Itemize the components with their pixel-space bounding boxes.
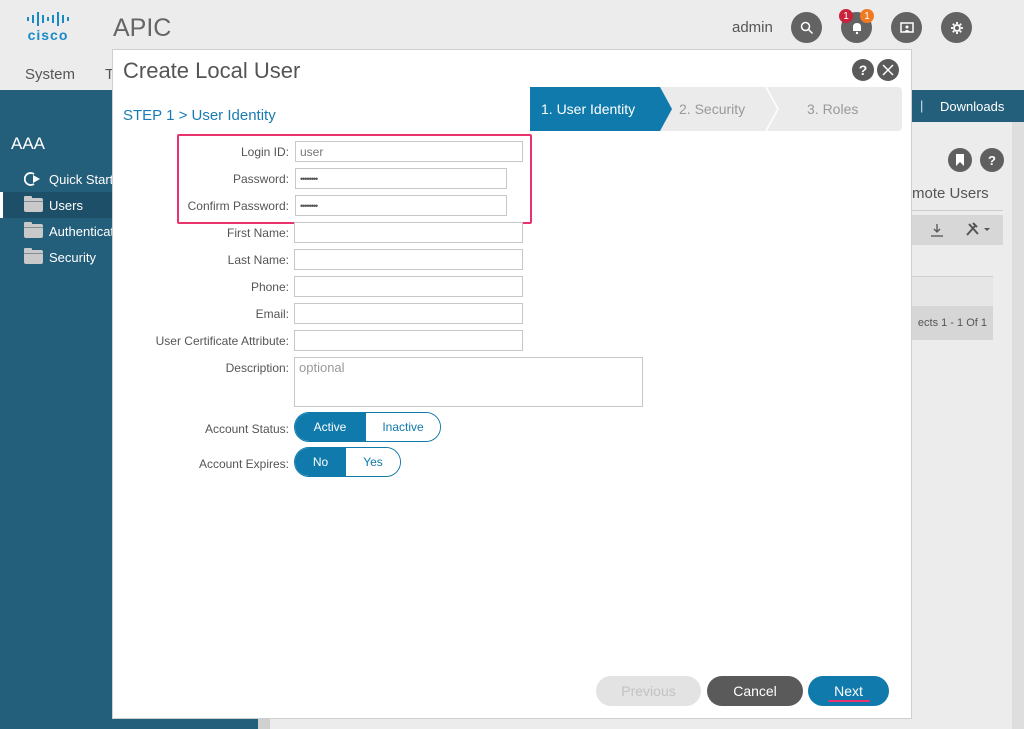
critical-badge: 1: [839, 9, 853, 23]
wizard-steps: 1. User Identity 2. Security 3. Roles: [530, 87, 902, 131]
sidebar-item-label: Users: [49, 197, 83, 213]
main-nav: System T: [25, 66, 114, 83]
first-name-field[interactable]: [294, 222, 523, 243]
downloads-link[interactable]: Downloads: [940, 99, 1004, 114]
wizard-step-roles[interactable]: 3. Roles: [807, 87, 858, 131]
dialog-title: Create Local User: [123, 58, 301, 83]
monitor-user-icon: [899, 21, 914, 33]
help-button[interactable]: ?: [980, 148, 1004, 172]
table-toolbar: [910, 215, 1003, 245]
divider-handle: [258, 718, 270, 729]
display-button[interactable]: [891, 12, 922, 43]
wizard-step-label: 1. User Identity: [541, 101, 636, 117]
wizard-step-user-identity[interactable]: 1. User Identity: [530, 87, 672, 131]
nav-tab-system[interactable]: System: [25, 66, 75, 83]
email-field[interactable]: [294, 303, 523, 324]
password-label: Password:: [232, 172, 289, 186]
pagination-info: ects 1 - 1 Of 1: [910, 306, 993, 340]
wizard-step-security[interactable]: 2. Security: [679, 87, 745, 131]
account-expires-toggle: No Yes: [294, 447, 401, 477]
account-expires-no[interactable]: No: [295, 448, 346, 476]
first-name-label: First Name:: [226, 226, 289, 240]
table-header: [910, 276, 993, 306]
account-expires-yes[interactable]: Yes: [346, 448, 400, 476]
notifications-button[interactable]: 1 1: [839, 9, 874, 43]
step-label: STEP 1 > User Identity: [123, 107, 276, 124]
wizard-step-label: 2. Security: [679, 101, 746, 117]
cancel-button[interactable]: Cancel: [707, 676, 803, 706]
tools-icon[interactable]: [965, 221, 991, 237]
cert-attribute-field[interactable]: [294, 330, 523, 351]
dialog-close-button[interactable]: [877, 59, 899, 81]
login-id-label: Login ID:: [240, 145, 289, 159]
account-expires-label: Account Expires:: [198, 457, 289, 471]
tab-divider: [910, 210, 1003, 211]
last-name-field[interactable]: [294, 249, 523, 270]
page-scrollbar[interactable]: [1012, 122, 1024, 729]
settings-button[interactable]: [941, 12, 972, 43]
confirm-password-label: Confirm Password:: [187, 199, 289, 213]
description-field[interactable]: optional: [294, 357, 643, 407]
search-icon: [800, 21, 813, 34]
nav-separator: |: [920, 98, 924, 113]
download-icon[interactable]: [930, 222, 944, 238]
cisco-logo: cisco: [20, 12, 76, 44]
confirm-password-field[interactable]: ••••••••: [295, 195, 507, 216]
next-button-highlight: [828, 700, 870, 702]
sidebar-title: AAA: [11, 134, 46, 153]
search-button[interactable]: [791, 12, 822, 43]
dialog-help-button[interactable]: ?: [852, 59, 874, 81]
create-local-user-dialog: Create Local User ? STEP 1 > User Identi…: [112, 49, 912, 719]
password-field[interactable]: ••••••••: [295, 168, 507, 189]
close-icon: [882, 64, 894, 76]
bell-icon: [852, 22, 861, 34]
account-status-active[interactable]: Active: [295, 413, 365, 441]
folder-icon: [24, 248, 43, 264]
cisco-logo-text: cisco: [27, 27, 69, 43]
wizard-chevron-separator: [765, 87, 779, 131]
warning-badge: 1: [860, 9, 874, 23]
app-title: APIC: [113, 14, 172, 42]
wizard-step-label: 3. Roles: [807, 101, 859, 117]
last-name-label: Last Name:: [227, 253, 289, 267]
help-icon: ?: [858, 62, 868, 78]
login-id-field[interactable]: user: [295, 141, 523, 162]
bookmark-icon: [956, 154, 964, 166]
gear-icon: [950, 21, 963, 34]
description-label: Description:: [225, 361, 289, 375]
help-icon: ?: [988, 152, 996, 168]
bookmark-button[interactable]: [948, 148, 972, 172]
account-status-toggle: Active Inactive: [294, 412, 441, 442]
email-label: Email:: [255, 307, 289, 321]
cisco-logo-bars: [20, 12, 76, 26]
phone-field[interactable]: [294, 276, 523, 297]
user-menu[interactable]: admin: [732, 19, 773, 36]
folder-icon: [24, 222, 43, 238]
cert-attribute-label: User Certificate Attribute:: [155, 334, 289, 348]
phone-label: Phone:: [250, 280, 289, 294]
account-status-inactive[interactable]: Inactive: [365, 413, 440, 441]
folder-icon: [24, 196, 43, 212]
quick-start-icon: [24, 172, 40, 186]
previous-button[interactable]: Previous: [596, 676, 701, 706]
account-status-label: Account Status:: [204, 422, 289, 436]
tab-remote-users[interactable]: mote Users: [912, 185, 989, 202]
